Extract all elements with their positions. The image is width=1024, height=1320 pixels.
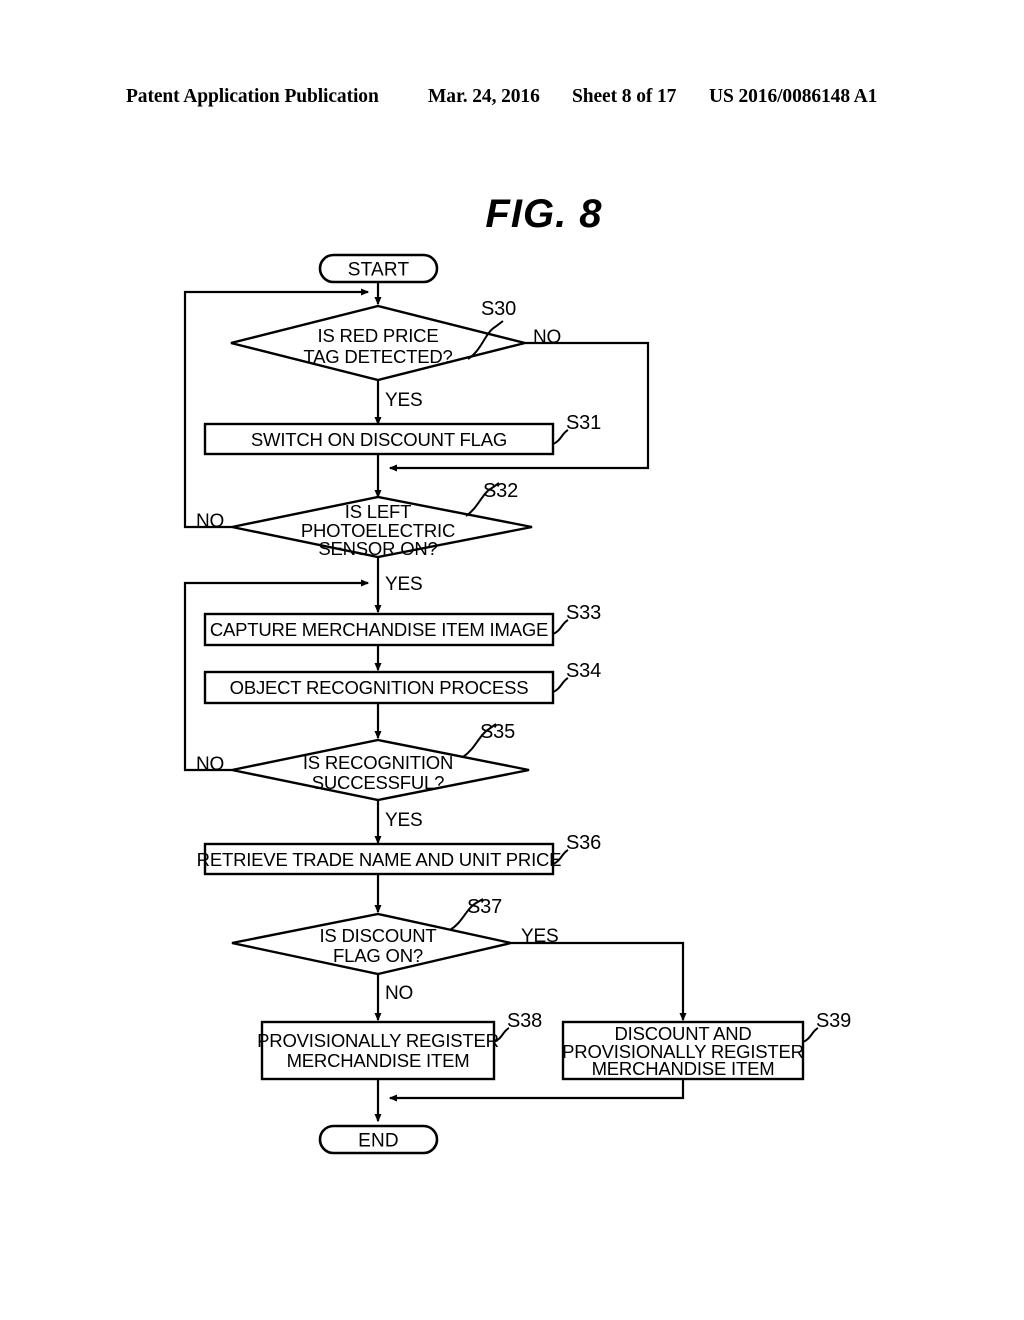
s33-step-id: S33 bbox=[566, 602, 601, 624]
node-s38: PROVISIONALLY REGISTER MERCHANDISE ITEM … bbox=[257, 1010, 542, 1081]
s35-yes-branch-label: YES bbox=[385, 810, 422, 831]
s32-label-line3: SENSOR ON? bbox=[318, 538, 437, 559]
connector-s39-to-end bbox=[388, 1079, 685, 1102]
s37-no-branch-label: NO bbox=[385, 983, 413, 1004]
s31-label-line1: SWITCH ON DISCOUNT FLAG bbox=[251, 429, 507, 450]
connector-s37-yes-to-s39 bbox=[511, 941, 687, 1022]
s35-step-id: S35 bbox=[480, 721, 515, 743]
s39-step-id: S39 bbox=[816, 1010, 851, 1032]
s39-label-line3: MERCHANDISE ITEM bbox=[592, 1058, 775, 1079]
patent-page: Patent Application Publication Mar. 24, … bbox=[0, 0, 1024, 1320]
s31-step-id: S31 bbox=[566, 412, 601, 434]
s30-step-id: S30 bbox=[481, 298, 516, 320]
end-terminator-label: END bbox=[358, 1131, 399, 1152]
node-s31: SWITCH ON DISCOUNT FLAG S31 bbox=[203, 412, 601, 456]
node-s39: DISCOUNT AND PROVISIONALLY REGISTER MERC… bbox=[561, 1010, 851, 1081]
s32-label-line1: IS LEFT bbox=[345, 501, 411, 522]
s30-no-branch-label: NO bbox=[533, 327, 561, 348]
flowchart-diagram: START IS RED PRICE TAG DETECTED? S30 NO … bbox=[183, 253, 851, 1155]
s36-label-line1: RETRIEVE TRADE NAME AND UNIT PRICE bbox=[197, 849, 562, 870]
s30-yes-branch-label: YES bbox=[385, 390, 422, 411]
node-end: END bbox=[318, 1124, 439, 1155]
s37-yes-branch-label: YES bbox=[521, 926, 558, 947]
s32-no-branch-label: NO bbox=[196, 511, 224, 532]
s30-label-line1: IS RED PRICE bbox=[318, 325, 439, 346]
s32-yes-branch-label: YES bbox=[385, 574, 422, 595]
s37-label-line1: IS DISCOUNT bbox=[319, 925, 436, 946]
s34-label-line1: OBJECT RECOGNITION PROCESS bbox=[230, 677, 529, 698]
node-s35: IS RECOGNITION SUCCESSFUL? S35 NO YES bbox=[196, 721, 530, 831]
s37-step-id: S37 bbox=[467, 896, 502, 918]
s33-label-line1: CAPTURE MERCHANDISE ITEM IMAGE bbox=[210, 619, 548, 640]
s35-label-line1: IS RECOGNITION bbox=[303, 752, 453, 773]
s37-label-line2: FLAG ON? bbox=[333, 945, 423, 966]
node-start: START bbox=[318, 253, 439, 284]
s36-step-id: S36 bbox=[566, 832, 601, 854]
s38-label-line2: MERCHANDISE ITEM bbox=[287, 1050, 470, 1071]
node-s34: OBJECT RECOGNITION PROCESS S34 bbox=[203, 660, 601, 705]
node-s32: IS LEFT PHOTOELECTRIC SENSOR ON? S32 NO … bbox=[196, 480, 533, 595]
s32-step-id: S32 bbox=[483, 480, 518, 502]
s38-label-line1: PROVISIONALLY REGISTER bbox=[257, 1030, 499, 1051]
start-terminator-label: START bbox=[348, 260, 410, 281]
s35-no-branch-label: NO bbox=[196, 754, 224, 775]
node-s36: RETRIEVE TRADE NAME AND UNIT PRICE S36 bbox=[197, 832, 601, 876]
s30-label-line2: TAG DETECTED? bbox=[303, 346, 452, 367]
node-s30: IS RED PRICE TAG DETECTED? S30 NO YES bbox=[230, 298, 561, 411]
s38-step-id: S38 bbox=[507, 1010, 542, 1032]
s35-label-line2: SUCCESSFUL? bbox=[312, 772, 444, 793]
s34-step-id: S34 bbox=[566, 660, 601, 682]
node-s37: IS DISCOUNT FLAG ON? S37 YES NO bbox=[231, 896, 559, 1004]
node-s33: CAPTURE MERCHANDISE ITEM IMAGE S33 bbox=[203, 602, 601, 647]
